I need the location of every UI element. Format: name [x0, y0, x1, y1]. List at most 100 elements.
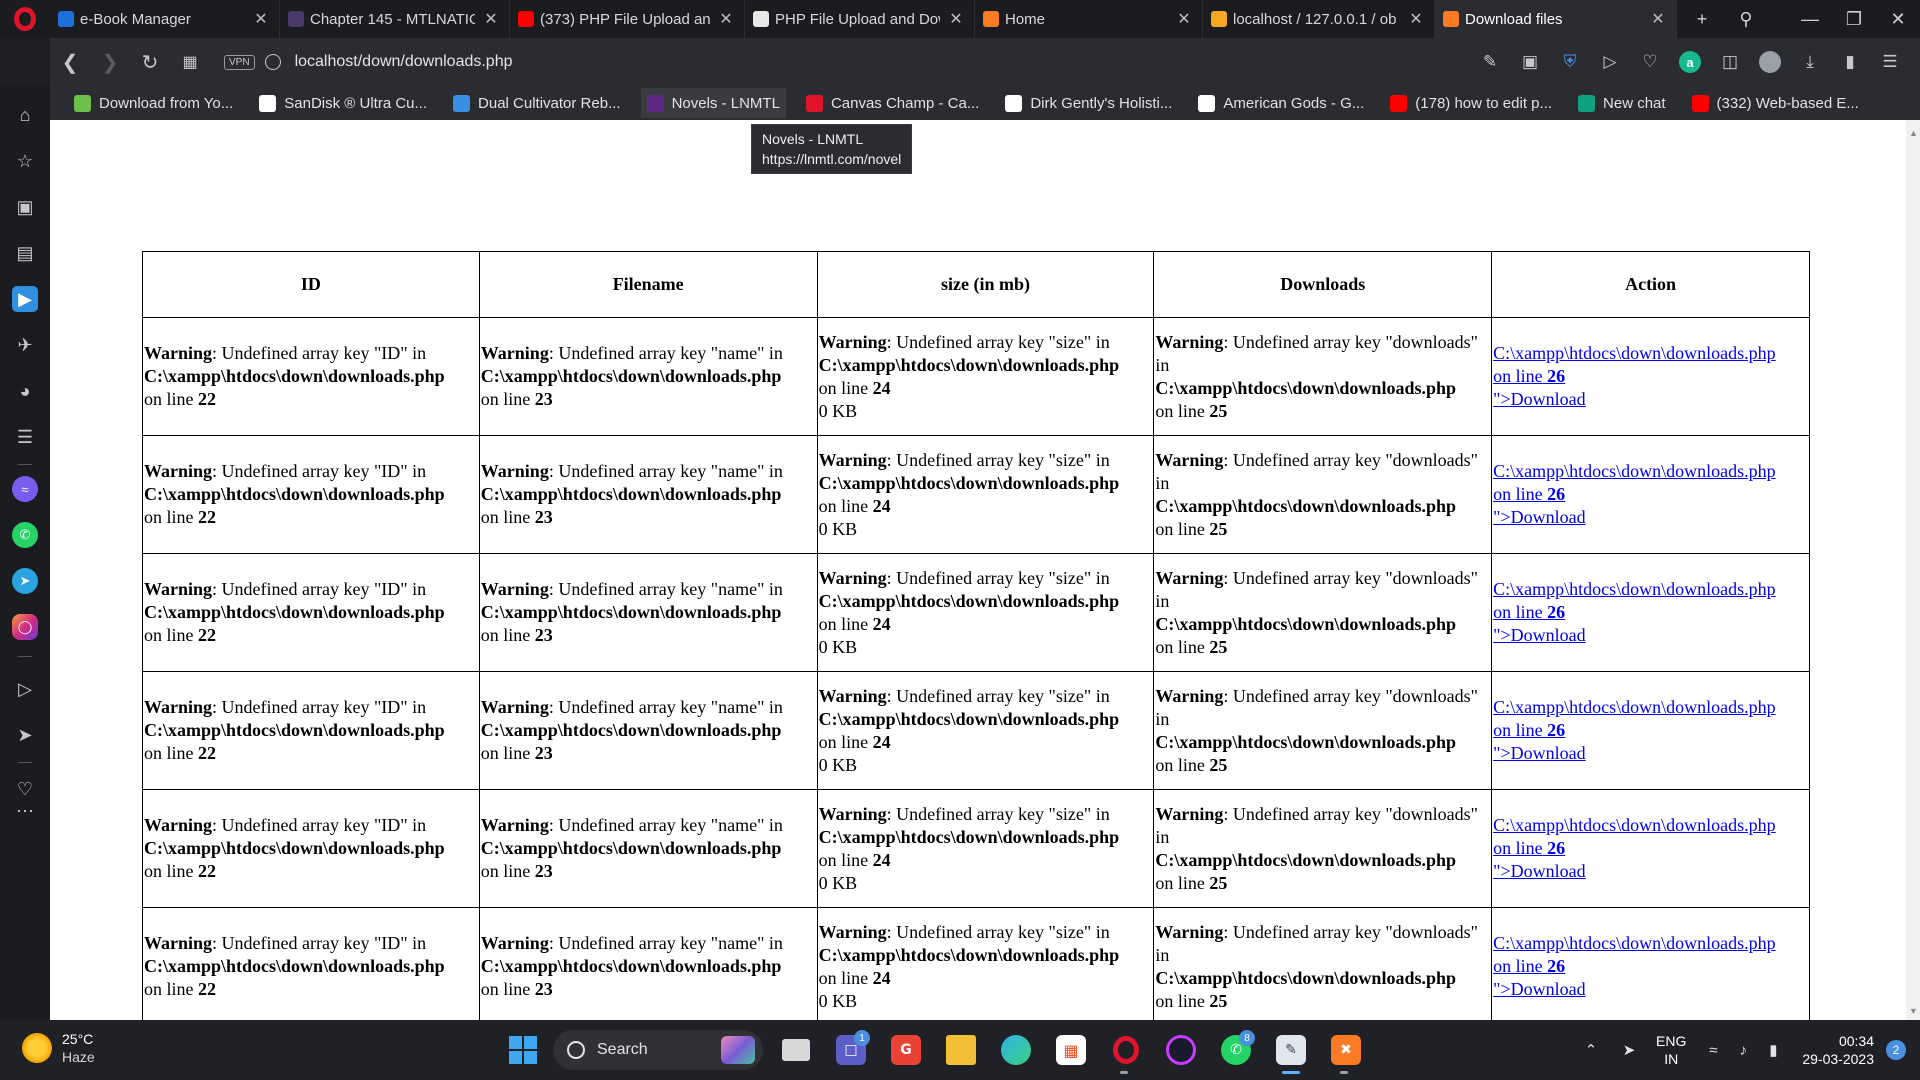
- microsoft-store-button[interactable]: ▦: [1046, 1026, 1096, 1074]
- news-icon[interactable]: ☰: [12, 424, 38, 450]
- whatsapp-app-button[interactable]: ✆ 8: [1211, 1026, 1261, 1074]
- location-arrow-icon[interactable]: ➤: [1614, 1041, 1644, 1059]
- volume-icon[interactable]: ♪: [1728, 1042, 1758, 1059]
- url-field[interactable]: localhost/down/downloads.php: [295, 53, 513, 71]
- bookmark-item[interactable]: SanDisk ® Ultra Cu...: [253, 88, 433, 118]
- forward-button[interactable]: ❯: [90, 38, 130, 86]
- close-tab-icon[interactable]: ✕: [253, 9, 269, 29]
- tab-0[interactable]: e-Book Manager ✕: [50, 0, 280, 38]
- tab-2[interactable]: (373) PHP File Upload and ✕: [510, 0, 745, 38]
- show-hidden-icons-chevron-icon[interactable]: ⌃: [1576, 1041, 1606, 1059]
- heart-icon[interactable]: ♡: [1630, 38, 1670, 86]
- close-tab-icon[interactable]: ✕: [483, 9, 499, 29]
- close-tab-icon[interactable]: ✕: [1176, 9, 1192, 29]
- more-options-icon[interactable]: ⋯: [12, 798, 38, 824]
- cell-text: Warning: [1155, 803, 1224, 824]
- easy-setup-icon[interactable]: ☰: [1870, 38, 1910, 86]
- home-icon[interactable]: ⌂: [12, 102, 38, 128]
- workspace-briefcase-icon[interactable]: ▣: [12, 194, 38, 220]
- opera-logo-icon[interactable]: [0, 0, 50, 38]
- weather-widget[interactable]: 25°C Haze: [22, 1030, 95, 1066]
- scroll-up-arrow-icon[interactable]: ▲: [1909, 128, 1918, 138]
- new-tab-button[interactable]: +: [1680, 0, 1724, 38]
- food-bowl-icon[interactable]: ◕: [12, 378, 38, 404]
- bookmark-item[interactable]: (178) how to edit p...: [1384, 88, 1558, 118]
- close-tab-icon[interactable]: ✕: [1650, 9, 1666, 29]
- bookmark-item[interactable]: New chat: [1572, 88, 1672, 118]
- close-tab-icon[interactable]: ✕: [718, 9, 734, 29]
- download-link[interactable]: C:\xampp\htdocs\down\downloads.php on lin…: [1493, 697, 1776, 763]
- downloads-icon[interactable]: ⤓: [1790, 38, 1830, 86]
- player-circle-icon[interactable]: ▷: [12, 676, 38, 702]
- opera-taskbar-button[interactable]: [1101, 1026, 1151, 1074]
- tab-grid-icon[interactable]: ▦: [170, 38, 210, 86]
- gmail-app-button[interactable]: G: [881, 1026, 931, 1074]
- download-link[interactable]: C:\xampp\htdocs\down\downloads.php on lin…: [1493, 579, 1776, 645]
- flow-send-icon[interactable]: ➤: [12, 722, 38, 748]
- opera-gx-button[interactable]: [1156, 1026, 1206, 1074]
- aria-icon[interactable]: a: [1670, 38, 1710, 86]
- taskbar-search[interactable]: Search: [553, 1030, 763, 1070]
- instagram-icon[interactable]: ◯: [12, 614, 38, 640]
- notepad-app-button[interactable]: ✎: [1266, 1026, 1316, 1074]
- xampp-app-button[interactable]: ✖: [1321, 1026, 1371, 1074]
- reload-button[interactable]: ↻: [130, 38, 170, 86]
- snapshot-icon[interactable]: ▣: [1510, 38, 1550, 86]
- bookmark-item[interactable]: Novels - LNMTL: [640, 88, 786, 118]
- extensions-cube-icon[interactable]: ◫: [1710, 38, 1750, 86]
- tab-6[interactable]: Download files ✕: [1435, 0, 1677, 38]
- vpn-badge[interactable]: VPN: [224, 54, 255, 70]
- restore-button[interactable]: ❐: [1832, 0, 1876, 38]
- bookmark-item[interactable]: American Gods - G...: [1192, 88, 1370, 118]
- travel-plane-icon[interactable]: ✈: [12, 332, 38, 358]
- input-language[interactable]: ENG IN: [1656, 1032, 1686, 1068]
- close-tab-icon[interactable]: ✕: [1408, 9, 1424, 29]
- tab-5[interactable]: localhost / 127.0.0.1 / ob ✕: [1203, 0, 1435, 38]
- edit-icon[interactable]: ✎: [1470, 38, 1510, 86]
- tab-3[interactable]: PHP File Upload and Dow ✕: [745, 0, 975, 38]
- profile-avatar-icon[interactable]: [1750, 38, 1790, 86]
- messenger-icon[interactable]: ≈: [12, 476, 38, 502]
- amazon-icon: [259, 94, 277, 112]
- page-scrollbar[interactable]: ▲ ▼: [1906, 120, 1920, 1020]
- send-icon[interactable]: ▷: [1590, 38, 1630, 86]
- download-link[interactable]: C:\xampp\htdocs\down\downloads.php on lin…: [1493, 933, 1776, 999]
- shield-icon[interactable]: ⛨: [1550, 38, 1590, 86]
- bookmark-item[interactable]: Dirk Gently's Holisti...: [999, 88, 1178, 118]
- back-button[interactable]: ❮: [50, 38, 90, 86]
- bookmark-item[interactable]: Canvas Champ - Ca...: [800, 88, 985, 118]
- battery-saver-icon[interactable]: ▮: [1830, 38, 1870, 86]
- download-link[interactable]: C:\xampp\htdocs\down\downloads.php on lin…: [1493, 343, 1776, 409]
- tab-4[interactable]: Home ✕: [975, 0, 1203, 38]
- site-info-icon[interactable]: [264, 54, 281, 70]
- cell-text: Warning: [818, 567, 887, 588]
- whatsapp-icon[interactable]: ✆: [12, 522, 38, 548]
- bookmark-item[interactable]: Download from Yo...: [68, 88, 239, 118]
- search-tabs-icon[interactable]: ⚲: [1724, 0, 1768, 38]
- edge-browser-button[interactable]: [991, 1026, 1041, 1074]
- task-view-button[interactable]: [771, 1026, 821, 1074]
- cell-text: : Undefined array key "ID" in: [212, 815, 427, 835]
- minimize-button[interactable]: —: [1788, 0, 1832, 38]
- bookmark-item[interactable]: Dual Cultivator Reb...: [447, 88, 627, 118]
- download-link[interactable]: C:\xampp\htdocs\down\downloads.php on lin…: [1493, 815, 1776, 881]
- tab-1[interactable]: Chapter 145 - MTLNATION ✕: [280, 0, 510, 38]
- speed-dial-star-icon[interactable]: ☆: [12, 148, 38, 174]
- tab-title: e-Book Manager: [80, 10, 191, 28]
- shopping-bag-icon[interactable]: ▤: [12, 240, 38, 266]
- bookmark-item[interactable]: (332) Web-based E...: [1686, 88, 1865, 118]
- cell-text: Warning: [1155, 449, 1224, 470]
- close-tab-icon[interactable]: ✕: [948, 9, 964, 29]
- player-icon[interactable]: ▶: [12, 286, 38, 312]
- file-explorer-button[interactable]: [936, 1026, 986, 1074]
- notification-badge[interactable]: 2: [1886, 1040, 1906, 1060]
- clock[interactable]: 00:34 29-03-2023: [1802, 1032, 1874, 1068]
- scroll-down-arrow-icon[interactable]: ▼: [1909, 1006, 1918, 1016]
- battery-icon[interactable]: ▮: [1758, 1041, 1788, 1059]
- teams-chat-button[interactable]: □ 1: [826, 1026, 876, 1074]
- wifi-icon[interactable]: ≈: [1698, 1042, 1728, 1059]
- start-button[interactable]: [498, 1026, 548, 1074]
- download-link[interactable]: C:\xampp\htdocs\down\downloads.php on lin…: [1493, 461, 1776, 527]
- telegram-icon[interactable]: ➤: [12, 568, 38, 594]
- close-window-button[interactable]: ✕: [1876, 0, 1920, 38]
